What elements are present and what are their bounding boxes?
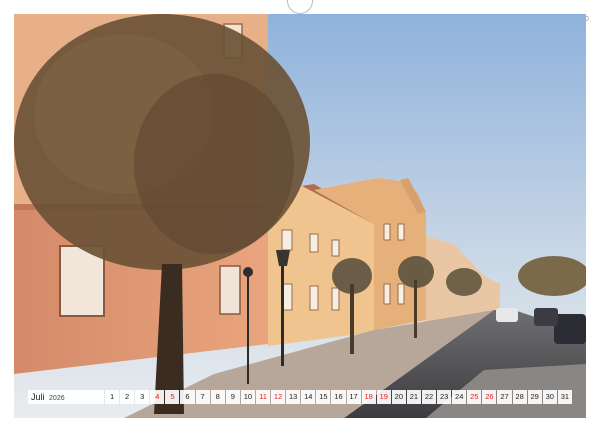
calendar-day: 7 <box>195 390 210 404</box>
calendar-day: 4 <box>150 390 165 404</box>
car <box>534 308 558 326</box>
calendar-day: 18 <box>361 390 376 404</box>
car <box>496 308 518 322</box>
calendar-day: 14 <box>301 390 316 404</box>
calendar-day: 6 <box>180 390 195 404</box>
calendar-day: 15 <box>316 390 331 404</box>
calendar-day: 11 <box>255 390 271 404</box>
calendar-day: 17 <box>346 390 361 404</box>
tree-trunk <box>350 284 354 354</box>
street-scene <box>14 14 586 418</box>
calendar-day: 8 <box>210 390 225 404</box>
month-label: Juli 2026 <box>28 390 104 404</box>
traffic-sign <box>243 267 253 277</box>
window <box>219 265 241 315</box>
calendar-day: 3 <box>135 390 150 404</box>
calendar-day: 23 <box>437 390 452 404</box>
calendar-bar: Juli 2026 1 2 3 4 5 6 7 8 9 10 11 12 13 14 15 16 17 18 19 2… <box>28 390 572 404</box>
tree-trunk <box>414 280 417 338</box>
car <box>554 314 586 344</box>
calendar-day: 20 <box>391 390 406 404</box>
month-name: Juli <box>31 392 45 402</box>
calendar-day: 27 <box>497 390 512 404</box>
calendar-day: 30 <box>542 390 557 404</box>
calendar-day: 22 <box>421 390 437 404</box>
calendar-day: 29 <box>527 390 542 404</box>
year-label: 2026 <box>49 395 65 402</box>
calendar-day: 28 <box>512 390 527 404</box>
calendar-day: 12 <box>271 390 286 404</box>
calendar-day: 13 <box>286 390 301 404</box>
tree <box>446 268 482 296</box>
calendar-day: 31 <box>557 390 572 404</box>
calendar-day: 25 <box>467 390 482 404</box>
calendar-day: 5 <box>165 390 180 404</box>
calendar-day: 24 <box>452 390 467 404</box>
calendar-day: 9 <box>225 390 240 404</box>
calendar-day: 10 <box>240 390 255 404</box>
calendar-day: 21 <box>406 390 421 404</box>
calendar-day: 26 <box>482 390 497 404</box>
calendar-day: 16 <box>331 390 346 404</box>
calendar-photo <box>14 14 586 418</box>
calendar-day: 19 <box>376 390 391 404</box>
calendar-day: 1 <box>105 390 120 404</box>
lamp-post <box>281 262 284 366</box>
calendar-day: 2 <box>120 390 135 404</box>
sign-post <box>247 276 249 384</box>
